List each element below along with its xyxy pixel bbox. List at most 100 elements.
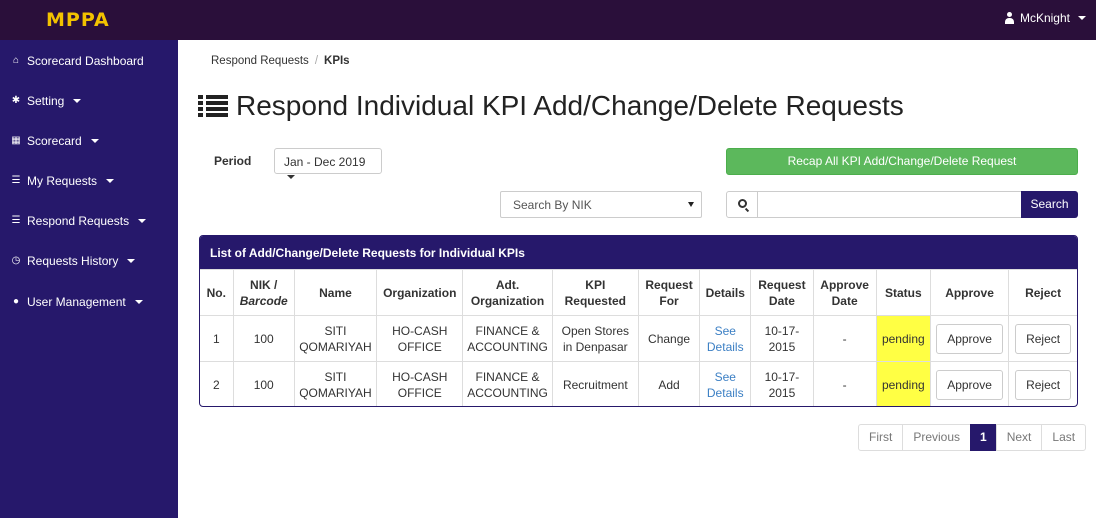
recap-all-button[interactable]: Recap All KPI Add/Change/Delete Request — [726, 148, 1078, 175]
reject-button[interactable]: Reject — [1015, 323, 1072, 354]
period-value: Jan - Dec 2019 — [284, 155, 366, 169]
main-content: Respond Requests / KPIs Respond Individual… — [178, 40, 1096, 518]
sidebar-item-my-requests[interactable]: ☰ My Requests — [11, 174, 115, 188]
sidebar-item-user-management[interactable]: ● User Management — [11, 295, 143, 309]
col-header-no: No. — [200, 269, 234, 316]
cell-name: SITI QOMARIYAH — [293, 361, 378, 406]
sidebar-item-requests-history[interactable]: ◷ Requests History — [11, 254, 136, 268]
pagination-next[interactable]: Next — [995, 424, 1043, 451]
cell-approve-date: - — [812, 361, 877, 406]
user-icon: ● — [12, 296, 20, 307]
breadcrumb-separator: / — [314, 55, 319, 67]
caret-down-icon — [1078, 16, 1086, 20]
cell-nik: 100 — [232, 315, 295, 362]
caret-down-icon — [73, 99, 82, 103]
col-header-name: Name — [293, 269, 378, 316]
table-row: 1 100 SITI QOMARIYAH HO-CASH OFFICE FINA… — [200, 315, 1077, 362]
cell-request-for: Change — [637, 315, 701, 362]
cell-adt-organization: FINANCE & ACCOUNTING — [462, 315, 553, 362]
caret-down-icon — [134, 300, 143, 304]
approve-button[interactable]: Approve — [936, 323, 1003, 354]
approve-button[interactable]: Approve — [936, 369, 1003, 400]
cell-kpi-requested: Open Stores in Denpasar — [551, 315, 639, 362]
status-badge: pending — [875, 361, 931, 406]
cell-request-date: 10-17-2015 — [750, 315, 814, 362]
period-label: Period — [214, 154, 252, 168]
search-icon — [738, 199, 747, 208]
search-input[interactable] — [757, 191, 1022, 218]
col-header-organization: Organization — [376, 269, 464, 316]
reject-button[interactable]: Reject — [1015, 369, 1072, 400]
table-header-row: No. NIK / Barcode Name Organization Adt. … — [200, 269, 1077, 316]
sidebar-item-scorecard-dashboard[interactable]: ⌂ Scorecard Dashboard — [11, 54, 144, 68]
col-header-request-date: Request Date — [750, 269, 814, 316]
col-header-nik-sub: Barcode — [239, 293, 288, 308]
table-row: 2 100 SITI QOMARIYAH HO-CASH OFFICE FINA… — [200, 361, 1077, 406]
sidebar-item-setting[interactable]: ✱ Setting — [11, 94, 82, 108]
select-arrow-icon — [688, 202, 694, 207]
col-header-adt-organization: Adt. Organization — [462, 269, 553, 316]
top-navbar: MPPA McKnight — [0, 0, 1096, 40]
page-title-text: Respond Individual KPI Add/Change/Delete… — [236, 90, 904, 121]
cell-name: SITI QOMARIYAH — [293, 315, 378, 362]
sidebar-item-scorecard[interactable]: ▦ Scorecard — [11, 134, 99, 148]
sidebar-item-respond-requests[interactable]: ☰ Respond Requests — [11, 214, 147, 228]
cell-approve: Approve — [929, 315, 1010, 362]
col-header-approve-date: Approve Date — [812, 269, 877, 316]
panel-title: List of Add/Change/Delete Requests for I… — [200, 236, 1077, 269]
period-dropdown[interactable]: Jan - Dec 2019 — [274, 148, 382, 179]
breadcrumb-current: KPIs — [324, 55, 350, 67]
pagination-previous[interactable]: Previous — [902, 424, 972, 451]
search-by-value: Search By NIK — [513, 198, 592, 212]
page-title: Respond Individual KPI Add/Change/Delete… — [198, 90, 904, 122]
user-icon — [1004, 12, 1015, 24]
gear-icon: ✱ — [11, 95, 21, 106]
pagination-last[interactable]: Last — [1041, 424, 1087, 451]
sidebar-item-label: Scorecard — [27, 134, 82, 148]
user-name: McKnight — [1019, 11, 1070, 25]
search-button[interactable]: Search — [1021, 191, 1078, 218]
caret-down-icon — [90, 139, 99, 143]
cell-details: See Details — [699, 315, 752, 362]
caret-down-icon — [106, 179, 115, 183]
cell-no: 2 — [200, 361, 234, 406]
col-header-kpi-requested: KPI Requested — [551, 269, 639, 316]
list-icon — [198, 94, 228, 118]
pagination-first[interactable]: First — [858, 424, 904, 451]
brand-logo[interactable]: MPPA — [46, 9, 110, 31]
caret-down-icon — [138, 219, 147, 223]
cell-request-date: 10-17-2015 — [750, 361, 814, 406]
cell-details: See Details — [699, 361, 752, 406]
col-header-details: Details — [699, 269, 752, 316]
breadcrumb: Respond Requests / KPIs — [211, 55, 350, 67]
sidebar-item-label: Setting — [27, 94, 65, 108]
sidebar-item-label: User Management — [27, 295, 126, 309]
sidebar-item-label: Respond Requests — [27, 214, 130, 228]
col-header-status: Status — [875, 269, 931, 316]
user-menu[interactable]: McKnight — [1004, 11, 1086, 25]
home-icon: ⌂ — [12, 55, 20, 66]
col-header-nik-label: NIK / — [250, 277, 278, 292]
col-header-nik: NIK / Barcode — [232, 269, 295, 316]
see-details-link[interactable]: See Details — [707, 370, 744, 400]
cell-approve: Approve — [929, 361, 1010, 406]
pagination: First Previous 1 Next Last — [858, 424, 1087, 451]
list-icon: ☰ — [11, 215, 21, 226]
clock-icon: ◷ — [11, 255, 21, 266]
cell-no: 1 — [200, 315, 234, 362]
cell-organization: HO-CASH OFFICE — [376, 315, 464, 362]
breadcrumb-link-respond-requests[interactable]: Respond Requests — [211, 55, 309, 67]
col-header-request-for: Request For — [637, 269, 701, 316]
search-by-select[interactable]: Search By NIK — [500, 191, 702, 218]
cell-reject: Reject — [1008, 315, 1077, 362]
col-header-reject: Reject — [1008, 269, 1077, 316]
cell-kpi-requested: Recruitment — [551, 361, 639, 406]
requests-table: No. NIK / Barcode Name Organization Adt. … — [200, 269, 1077, 406]
cell-approve-date: - — [812, 315, 877, 362]
sidebar: ⌂ Scorecard Dashboard ✱ Setting ▦ Scorec… — [0, 40, 178, 518]
cell-request-for: Add — [637, 361, 701, 406]
see-details-link[interactable]: See Details — [707, 324, 744, 354]
pagination-page-current[interactable]: 1 — [970, 424, 997, 451]
sidebar-item-label: My Requests — [27, 174, 98, 188]
col-header-approve: Approve — [929, 269, 1010, 316]
